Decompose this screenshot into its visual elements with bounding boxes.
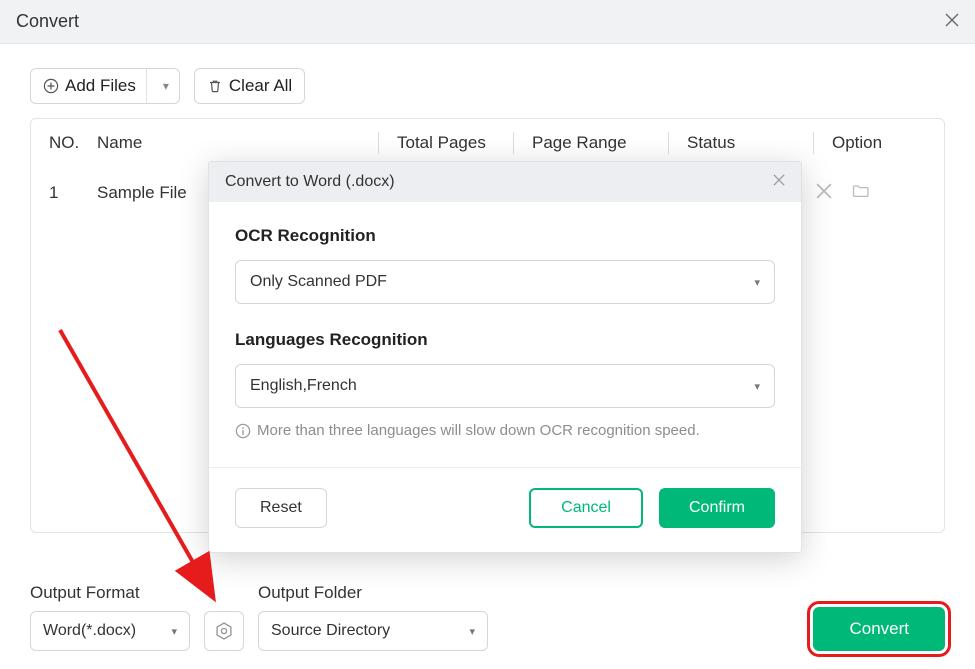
gear-icon — [214, 621, 234, 641]
ocr-section-label: OCR Recognition — [235, 226, 775, 246]
chevron-down-icon: ▾ — [171, 625, 177, 638]
ocr-select[interactable]: Only Scanned PDF ▾ — [235, 260, 775, 304]
lang-section-label: Languages Recognition — [235, 330, 775, 350]
remove-row-icon[interactable] — [816, 183, 832, 204]
chevron-down-icon: ▾ — [754, 276, 760, 289]
chevron-down-icon: ▾ — [754, 380, 760, 393]
add-files-button[interactable]: Add Files ▾ — [30, 68, 180, 104]
dialog-title: Convert to Word (.docx) — [225, 173, 395, 191]
col-option: Option — [816, 133, 926, 153]
row-no: 1 — [49, 183, 97, 203]
convert-button[interactable]: Convert — [813, 607, 945, 651]
output-format-value: Word(*.docx) — [43, 622, 136, 640]
col-no: NO. — [49, 133, 97, 153]
output-format-label: Output Format — [30, 583, 190, 603]
output-folder-label: Output Folder — [258, 583, 488, 603]
trash-icon — [207, 78, 223, 94]
cancel-button[interactable]: Cancel — [529, 488, 643, 528]
clear-all-label: Clear All — [229, 76, 292, 96]
col-status: Status — [671, 133, 811, 153]
convert-label: Convert — [849, 619, 909, 638]
lang-value: English,French — [250, 377, 357, 395]
window-title: Convert — [16, 11, 79, 32]
ocr-value: Only Scanned PDF — [250, 273, 387, 291]
ocr-note: More than three languages will slow down… — [257, 422, 700, 439]
col-total-pages: Total Pages — [381, 133, 511, 153]
reset-label: Reset — [260, 499, 302, 516]
chevron-down-icon: ▾ — [469, 625, 475, 638]
col-name: Name — [97, 133, 376, 153]
clear-all-button[interactable]: Clear All — [194, 68, 305, 104]
format-settings-button[interactable] — [204, 611, 244, 651]
output-folder-value: Source Directory — [271, 622, 390, 640]
dialog-close-icon[interactable] — [773, 173, 785, 191]
output-folder-select[interactable]: Source Directory ▾ — [258, 611, 488, 651]
reset-button[interactable]: Reset — [235, 488, 327, 528]
lang-select[interactable]: English,French ▾ — [235, 364, 775, 408]
add-files-label: Add Files — [65, 76, 136, 96]
confirm-button[interactable]: Confirm — [659, 488, 775, 528]
col-page-range: Page Range — [516, 133, 666, 153]
chevron-down-icon[interactable]: ▾ — [153, 72, 179, 100]
open-folder-icon[interactable] — [852, 183, 870, 204]
cancel-label: Cancel — [561, 499, 611, 516]
convert-settings-dialog: Convert to Word (.docx) OCR Recognition … — [208, 161, 802, 553]
output-format-select[interactable]: Word(*.docx) ▾ — [30, 611, 190, 651]
info-icon — [235, 423, 251, 439]
confirm-label: Confirm — [689, 499, 745, 516]
window-close-icon[interactable] — [945, 11, 959, 32]
plus-circle-icon — [43, 78, 59, 94]
